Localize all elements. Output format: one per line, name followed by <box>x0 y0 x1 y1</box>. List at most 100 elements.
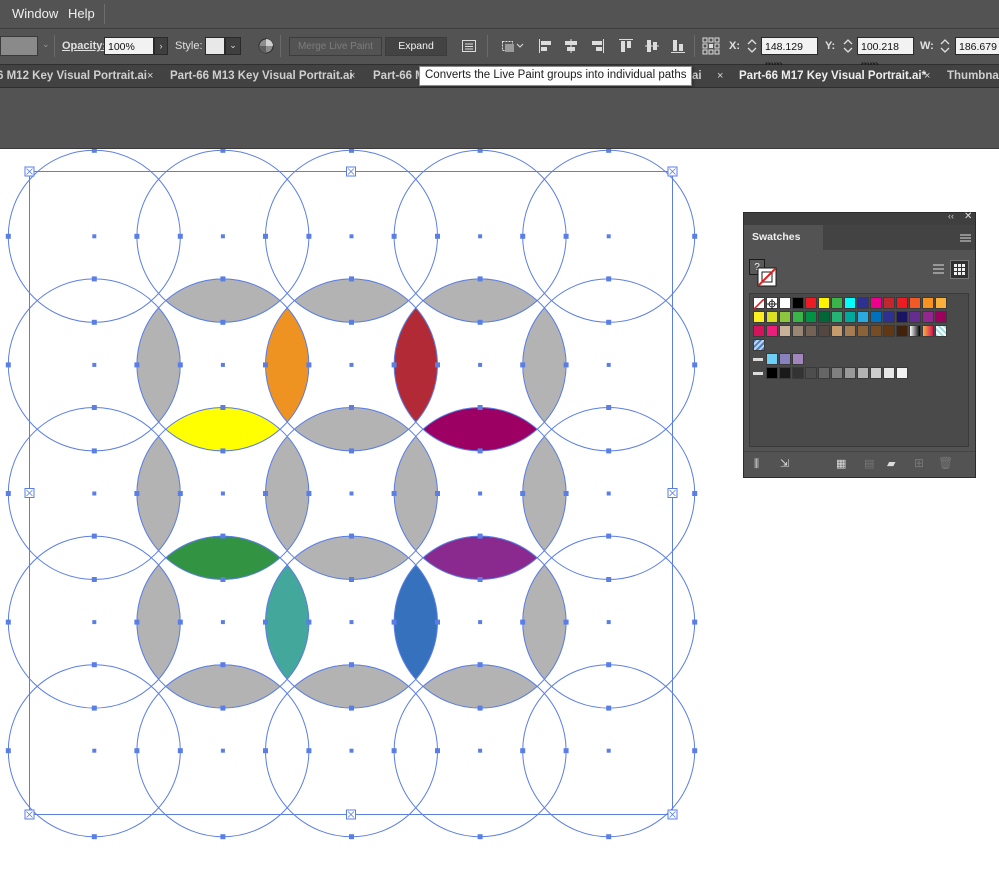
panel-header-strip[interactable]: ‹‹ ✕ <box>744 211 975 225</box>
tab-partial-ai[interactable]: ai <box>692 65 702 87</box>
align-bottom-icon[interactable] <box>670 38 686 54</box>
align-top-icon[interactable] <box>618 38 634 54</box>
swatch-libraries-menu-icon[interactable]: ⫼ <box>754 458 759 471</box>
style-dropdown-chevron-icon[interactable]: ⌄ <box>225 37 241 55</box>
swatch[interactable] <box>909 297 921 309</box>
live-paint-options-icon[interactable] <box>461 38 477 54</box>
swatch[interactable] <box>779 311 791 323</box>
swatch[interactable] <box>766 367 778 379</box>
swatch[interactable] <box>792 325 804 337</box>
swatch[interactable] <box>909 311 921 323</box>
bounding-box-handle[interactable] <box>346 809 356 820</box>
show-swatch-kinds-icon[interactable]: ▦ <box>836 457 846 470</box>
swatch-gradient[interactable] <box>909 325 921 337</box>
swatch[interactable] <box>779 367 791 379</box>
bounding-box-handle[interactable] <box>346 166 356 177</box>
tab-close-icon[interactable]: × <box>717 65 723 87</box>
bounding-box-handle[interactable] <box>24 809 35 820</box>
swatch[interactable] <box>818 367 830 379</box>
swatch[interactable] <box>831 311 843 323</box>
delete-swatch-icon[interactable]: 🗑 <box>938 456 953 470</box>
list-view-icon[interactable] <box>930 261 947 278</box>
swatch[interactable] <box>805 311 817 323</box>
swatch[interactable] <box>935 311 947 323</box>
swatch[interactable] <box>792 353 804 365</box>
swatch[interactable] <box>831 325 843 337</box>
swatch[interactable] <box>857 311 869 323</box>
tab-part66-partial[interactable]: Part-66 M <box>373 65 425 87</box>
swatch[interactable] <box>883 325 895 337</box>
swatch[interactable] <box>779 297 791 309</box>
tab-close-icon[interactable]: × <box>147 65 153 87</box>
swatch[interactable] <box>831 297 843 309</box>
swatch[interactable] <box>792 367 804 379</box>
bounding-box-handle[interactable] <box>667 488 678 498</box>
tab-swatches[interactable]: Swatches <box>744 225 823 250</box>
place-swatches-icon[interactable]: ⇲ <box>780 457 789 470</box>
swatch[interactable] <box>896 297 908 309</box>
w-input[interactable]: 186.679 m <box>955 37 999 55</box>
swatch[interactable] <box>844 297 856 309</box>
swatch[interactable] <box>935 297 947 309</box>
swatch[interactable] <box>844 325 856 337</box>
swatch[interactable] <box>766 353 778 365</box>
bounding-box-handle[interactable] <box>24 488 35 498</box>
swatch[interactable] <box>870 367 882 379</box>
swatch-registration[interactable] <box>766 297 778 309</box>
recolor-artwork-icon[interactable] <box>258 38 274 54</box>
tab-m17-active[interactable]: Part-66 M17 Key Visual Portrait.ai* <box>739 65 926 87</box>
swatch[interactable] <box>779 325 791 337</box>
tab-m13[interactable]: Part-66 M13 Key Visual Portrait.ai <box>170 65 353 87</box>
swatch[interactable] <box>805 297 817 309</box>
swatch-options-icon[interactable]: ▤ <box>864 457 874 470</box>
swatch[interactable] <box>766 311 778 323</box>
swatch-none[interactable] <box>753 297 765 310</box>
swatch[interactable] <box>753 311 765 323</box>
swatch[interactable] <box>896 367 908 379</box>
y-stepper-icon[interactable] <box>842 37 854 55</box>
graphic-style-swatch[interactable] <box>205 37 225 55</box>
color-group-folder-icon[interactable]: ▬ <box>753 353 765 365</box>
swatch[interactable] <box>857 297 869 309</box>
align-left-icon[interactable] <box>538 38 554 54</box>
tab-close-icon[interactable]: × <box>924 65 930 87</box>
new-swatch-icon[interactable]: ⊞ <box>914 456 924 470</box>
tab-m12[interactable]: 6 M12 Key Visual Portrait.ai <box>0 65 147 87</box>
opacity-flyout-arrow-icon[interactable]: › <box>154 37 168 55</box>
align-right-icon[interactable] <box>589 38 605 54</box>
swatch[interactable] <box>831 367 843 379</box>
color-group-folder-icon[interactable]: ▬ <box>753 367 765 379</box>
stroke-none-icon[interactable] <box>757 267 777 287</box>
x-input[interactable]: 148.129 mm <box>761 37 818 71</box>
y-input[interactable]: 100.218 mm <box>857 37 914 71</box>
w-stepper-icon[interactable] <box>939 37 951 55</box>
fill-stroke-indicator[interactable]: ? <box>749 259 779 289</box>
swatch-pattern[interactable] <box>753 339 765 351</box>
stroke-dropdown-chevron-icon[interactable]: ⌄ <box>42 39 50 50</box>
bounding-box-handle[interactable] <box>667 809 678 820</box>
reference-point-icon[interactable] <box>702 37 720 55</box>
menu-window[interactable]: Window <box>12 6 58 21</box>
opacity-input[interactable]: 100% <box>104 37 154 55</box>
merge-live-paint-button[interactable]: Merge Live Paint <box>289 37 382 56</box>
expand-button[interactable]: Expand <box>385 37 447 56</box>
bounding-box-handle[interactable] <box>667 166 678 177</box>
swatch[interactable] <box>857 367 869 379</box>
stroke-color-well[interactable] <box>0 36 38 56</box>
swatch[interactable] <box>818 311 830 323</box>
swatch[interactable] <box>896 311 908 323</box>
swatch[interactable] <box>792 311 804 323</box>
swatch[interactable] <box>753 325 765 337</box>
bounding-box-handle[interactable] <box>24 166 35 177</box>
swatch-pattern[interactable] <box>935 325 947 337</box>
close-panel-icon[interactable]: ✕ <box>964 211 972 222</box>
tab-close-icon[interactable]: × <box>349 65 355 87</box>
new-color-group-icon[interactable]: ▰ <box>887 457 895 470</box>
swatch[interactable] <box>779 353 791 365</box>
swatch[interactable] <box>844 367 856 379</box>
swatch[interactable] <box>792 297 804 309</box>
swatch[interactable] <box>883 367 895 379</box>
swatch[interactable] <box>844 311 856 323</box>
collapse-panel-icon[interactable]: ‹‹ <box>948 211 954 221</box>
swatch[interactable] <box>766 325 778 337</box>
